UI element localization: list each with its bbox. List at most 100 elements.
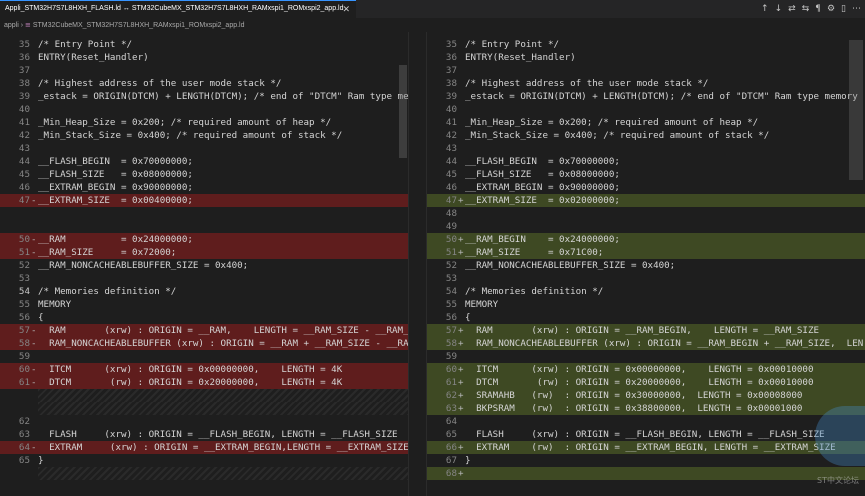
original-editor-pane[interactable]: 35 /* Entry Point */ 36 ENTRY(Reset_Handler… xyxy=(0,32,408,496)
added-line[interactable]: 63 + BKPSRAM (rw) : ORIGIN = 0x38800000, … xyxy=(427,402,865,415)
added-line[interactable]: 50 + __RAM_BEGIN = 0x24000000; xyxy=(427,233,865,246)
removed-marker: - xyxy=(31,338,37,349)
code-line[interactable]: 42 _Min_Stack_Size = 0x400; /* required a… xyxy=(0,129,408,142)
breadcrumb-folder[interactable]: appli xyxy=(4,22,19,29)
removed-line[interactable]: 61- DTCM (rw) : ORIGIN = 0x20000000, LEN… xyxy=(0,376,408,389)
added-line[interactable]: 62 + SRAMAHB (rw) : ORIGIN = 0x30000000, … xyxy=(427,389,865,402)
code-line[interactable]: 35 /* Entry Point */ xyxy=(427,38,865,51)
removed-line[interactable]: 51- __RAM_SIZE = 0x72000; xyxy=(0,246,408,259)
code-line[interactable]: 53 xyxy=(427,272,865,285)
code-line[interactable]: 62 xyxy=(0,415,408,428)
left-scrollbar-thumb[interactable] xyxy=(399,65,407,158)
close-icon[interactable]: ✕ xyxy=(342,1,350,17)
added-line[interactable]: 51 + __RAM_SIZE = 0x71C00; xyxy=(427,246,865,259)
removed-line[interactable]: 60- ITCM (xrw) : ORIGIN = 0x00000000, LE… xyxy=(0,363,408,376)
code-line[interactable]: 44 __FLASH_BEGIN = 0x70000000; xyxy=(0,155,408,168)
removed-line[interactable]: 64- EXTRAM (xrw) : ORIGIN = __EXTRAM_BEG… xyxy=(0,441,408,454)
code-line[interactable]: 52 __RAM_NONCACHEABLEBUFFER_SIZE = 0x400; xyxy=(427,259,865,272)
code-line[interactable]: 44 __FLASH_BEGIN = 0x70000000; xyxy=(427,155,865,168)
line-code: MEMORY xyxy=(38,299,72,310)
added-line[interactable]: 57 + RAM (xrw) : ORIGIN = __RAM_BEGIN, LE… xyxy=(427,324,865,337)
code-line[interactable]: 46 __EXTRAM_BEGIN = 0x90000000; xyxy=(0,181,408,194)
line-code: /* Highest address of the user mode stac… xyxy=(38,78,282,89)
code-line[interactable]: 36 ENTRY(Reset_Handler) xyxy=(427,51,865,64)
added-line[interactable]: 60 + ITCM (xrw) : ORIGIN = 0x00000000, LE… xyxy=(427,363,865,376)
code-line[interactable]: 43 xyxy=(0,142,408,155)
code-line[interactable]: 59 xyxy=(427,350,865,363)
removed-line[interactable]: 47- __EXTRAM_SIZE = 0x00400000; xyxy=(0,194,408,207)
code-line[interactable] xyxy=(0,207,408,220)
line-code: __RAM_NONCACHEABLEBUFFER_SIZE = 0x400; xyxy=(38,260,249,271)
code-line[interactable]: 46 __EXTRAM_BEGIN = 0x90000000; xyxy=(427,181,865,194)
code-line[interactable]: 40 xyxy=(427,103,865,116)
code-line[interactable]: 56 { xyxy=(0,311,408,324)
code-line[interactable]: 54 /* Memories definition */ xyxy=(0,285,408,298)
modified-editor-pane[interactable]: 35 /* Entry Point */ 36 ENTRY(Reset_Handler… xyxy=(427,32,865,496)
removed-line[interactable]: 57- RAM (xrw) : ORIGIN = __RAM, LENGTH =… xyxy=(0,324,408,337)
code-line[interactable]: 65 FLASH (xrw) : ORIGIN = __FLASH_BEGIN,… xyxy=(427,428,865,441)
inline-toggle-icon[interactable]: ⇆ xyxy=(802,0,810,18)
line-code: FLASH (xrw) : ORIGIN = __FLASH_BEGIN, LE… xyxy=(465,429,825,440)
code-line[interactable]: 37 xyxy=(427,64,865,77)
code-line[interactable]: 37 xyxy=(0,64,408,77)
code-line[interactable]: 64 xyxy=(427,415,865,428)
code-line[interactable]: 63 FLASH (xrw) : ORIGIN = __FLASH_BEGIN,… xyxy=(0,428,408,441)
added-line[interactable]: 58 + RAM_NONCACHEABLEBUFFER (xrw) : ORIGI… xyxy=(427,337,865,350)
added-line[interactable]: 66 + EXTRAM (rw) : ORIGIN = __EXTRAM_BEGI… xyxy=(427,441,865,454)
settings-icon[interactable]: ⚙ xyxy=(827,0,835,18)
split-editor-icon[interactable]: ▯ xyxy=(841,0,846,18)
line-number: 46 xyxy=(18,182,30,193)
line-number: 37 xyxy=(18,65,30,76)
added-line[interactable]: 61 + DTCM (rw) : ORIGIN = 0x20000000, LEN… xyxy=(427,376,865,389)
code-line[interactable]: 39 _estack = ORIGIN(DTCM) + LENGTH(DTCM);… xyxy=(427,90,865,103)
line-number: 67 xyxy=(445,455,457,466)
code-line[interactable]: 38 /* Highest address of the user mode st… xyxy=(0,77,408,90)
whitespace-icon[interactable]: ¶ xyxy=(815,0,821,18)
more-icon[interactable]: ⋯ xyxy=(852,0,861,18)
line-number: 50 xyxy=(445,234,457,245)
previous-change-icon[interactable]: ↑ xyxy=(761,0,769,18)
breadcrumb-file[interactable]: STM32CubeMX_STM32H7S7L8HXH_RAMxspi1_ROMx… xyxy=(33,22,245,29)
code-line[interactable]: 54 /* Memories definition */ xyxy=(427,285,865,298)
diff-divider[interactable] xyxy=(408,32,427,496)
next-change-icon[interactable]: ↓ xyxy=(775,0,783,18)
diff-editor-tab[interactable]: Appli_STM32H7S7L8HXH_FLASH.ld ↔ STM32Cub… xyxy=(0,0,356,18)
line-number: 62 xyxy=(18,416,30,427)
code-line[interactable]: 67} xyxy=(427,454,865,467)
line-number: 39 xyxy=(445,91,457,102)
code-line[interactable]: 43 xyxy=(427,142,865,155)
line-number: 58 xyxy=(445,338,457,349)
code-line[interactable]: 40 xyxy=(0,103,408,116)
code-line[interactable]: 42 _Min_Stack_Size = 0x400; /* required a… xyxy=(427,129,865,142)
added-marker: + xyxy=(458,364,464,375)
code-line[interactable]: 55 MEMORY xyxy=(0,298,408,311)
removed-marker: - xyxy=(31,234,37,245)
code-line[interactable]: 45 __FLASH_SIZE = 0x08000000; xyxy=(0,168,408,181)
code-line[interactable]: 55 MEMORY xyxy=(427,298,865,311)
code-line[interactable]: 45 __FLASH_SIZE = 0x08000000; xyxy=(427,168,865,181)
line-code: RAM (xrw) : ORIGIN = __RAM_BEGIN, LENGTH… xyxy=(465,325,820,336)
code-line[interactable]: 56 { xyxy=(427,311,865,324)
code-line[interactable]: 39 _estack = ORIGIN(DTCM) + LENGTH(DTCM);… xyxy=(0,90,408,103)
removed-line[interactable]: 58- RAM_NONCACHEABLEBUFFER (xrw) : ORIGI… xyxy=(0,337,408,350)
code-line[interactable]: 41 _Min_Heap_Size = 0x200; /* required am… xyxy=(427,116,865,129)
code-line[interactable]: 41 _Min_Heap_Size = 0x200; /* required am… xyxy=(0,116,408,129)
added-line[interactable]: 68 + xyxy=(427,467,865,480)
code-line[interactable]: 59 xyxy=(0,350,408,363)
line-number: 44 xyxy=(445,156,457,167)
code-line[interactable]: 65} xyxy=(0,454,408,467)
added-line[interactable]: 47 + __EXTRAM_SIZE = 0x02000000; xyxy=(427,194,865,207)
removed-line[interactable]: 50- __RAM = 0x24000000; xyxy=(0,233,408,246)
swap-icon[interactable]: ⇄ xyxy=(788,0,796,18)
code-line[interactable]: 35 /* Entry Point */ xyxy=(0,38,408,51)
removed-marker: - xyxy=(31,195,37,206)
code-line[interactable]: 48 xyxy=(427,207,865,220)
line-code: RAM_NONCACHEABLEBUFFER (xrw) : ORIGIN = … xyxy=(38,338,408,349)
code-line[interactable]: 53 xyxy=(0,272,408,285)
code-line[interactable]: 49 xyxy=(427,220,865,233)
code-line[interactable]: 36 ENTRY(Reset_Handler) xyxy=(0,51,408,64)
right-scrollbar-thumb[interactable] xyxy=(849,40,863,180)
code-line[interactable]: 38 /* Highest address of the user mode st… xyxy=(427,77,865,90)
code-line[interactable] xyxy=(0,220,408,233)
code-line[interactable]: 52 __RAM_NONCACHEABLEBUFFER_SIZE = 0x400; xyxy=(0,259,408,272)
